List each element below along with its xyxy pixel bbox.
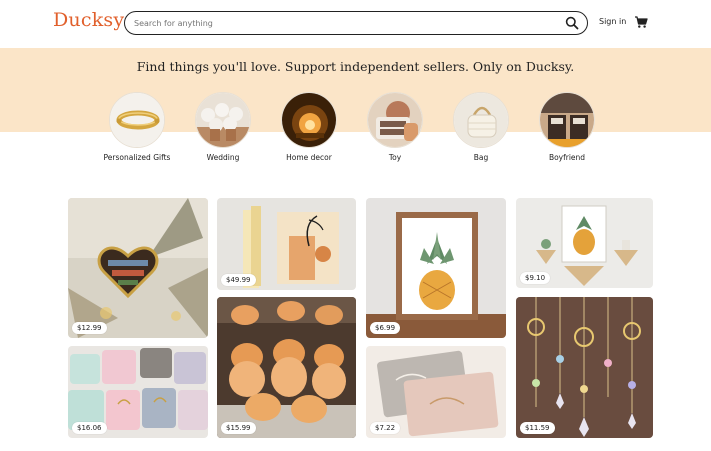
category-image <box>367 92 423 148</box>
product-image <box>366 198 506 338</box>
category-label: Bag <box>473 153 489 162</box>
sign-in-link[interactable]: Sign in <box>599 17 626 26</box>
category-bag[interactable]: Bag <box>441 92 521 164</box>
logo[interactable]: Ducksy <box>53 9 124 31</box>
category-image <box>453 92 509 148</box>
category-toy[interactable]: Toy <box>355 92 435 164</box>
category-wedding[interactable]: Wedding <box>183 92 263 164</box>
product-card-jewelry-box[interactable]: $16.06 <box>68 346 208 438</box>
product-image <box>68 198 208 338</box>
product-image <box>217 297 356 438</box>
category-label: Boyfriend <box>548 153 586 162</box>
product-card-pouch[interactable]: $7.22 <box>366 346 506 438</box>
search-input[interactable] <box>134 15 554 31</box>
category-image <box>109 92 165 148</box>
banner-tagline: Find things you'll love. Support indepen… <box>136 59 575 74</box>
category-image <box>195 92 251 148</box>
product-image <box>516 297 653 438</box>
price-badge: $49.99 <box>221 274 256 286</box>
search-bar[interactable] <box>124 11 588 35</box>
product-card-heart-ornament[interactable]: $12.99 <box>68 198 208 338</box>
category-personalized-gifts[interactable]: Personalized Gifts <box>97 92 177 164</box>
price-badge: $15.99 <box>221 422 256 434</box>
category-label: Wedding <box>206 153 240 162</box>
price-badge: $12.99 <box>72 322 107 334</box>
category-label: Personalized Gifts <box>103 153 171 162</box>
category-home-decor[interactable]: Home decor <box>269 92 349 164</box>
product-card-wall-shelf[interactable]: $9.10 <box>516 198 653 288</box>
header: Ducksy Sign in <box>0 0 711 48</box>
product-card-pineapple-print[interactable]: $6.99 <box>366 198 506 338</box>
price-badge: $16.06 <box>72 422 107 434</box>
category-label: Toy <box>388 153 402 162</box>
product-card-cat-figurines[interactable]: $15.99 <box>217 297 356 438</box>
category-image <box>539 92 595 148</box>
product-card-suncatcher[interactable]: $11.59 <box>516 297 653 438</box>
search-icon[interactable] <box>565 16 579 30</box>
price-badge: $9.10 <box>520 272 551 284</box>
cart-icon[interactable] <box>634 15 648 29</box>
price-badge: $6.99 <box>370 322 401 334</box>
category-label: Home decor <box>286 153 332 162</box>
category-image <box>281 92 337 148</box>
category-boyfriend[interactable]: Boyfriend <box>527 92 607 164</box>
product-card-wall-art[interactable]: $49.99 <box>217 198 356 290</box>
price-badge: $11.59 <box>520 422 555 434</box>
price-badge: $7.22 <box>370 422 401 434</box>
